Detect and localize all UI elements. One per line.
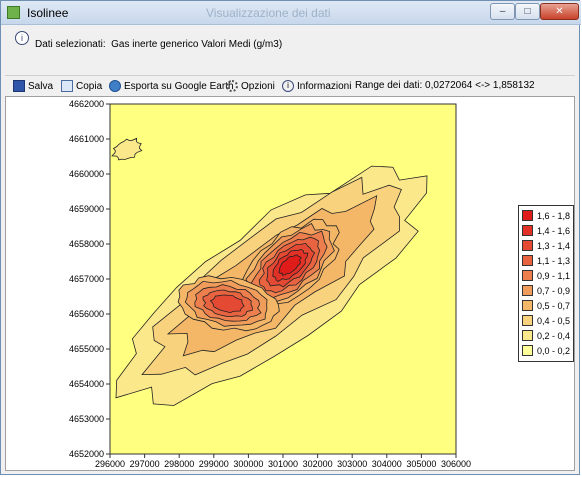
options-button[interactable]: Opzioni — [226, 80, 275, 92]
legend-item: 0,4 - 0,5 — [522, 315, 570, 326]
y-tick-label: 4658000 — [69, 239, 104, 249]
x-tick-label: 297000 — [130, 459, 160, 469]
legend-item: 0,0 - 0,2 — [522, 345, 570, 356]
legend-label: 1,4 - 1,6 — [537, 225, 571, 236]
legend-label: 0,7 - 0,9 — [537, 285, 571, 296]
copy-icon — [61, 80, 73, 92]
close-button[interactable]: ✕ — [540, 3, 579, 20]
gear-icon — [226, 80, 238, 92]
x-tick-label: 299000 — [199, 459, 229, 469]
selected-data-value: Gas inerte generico Valori Medi (g/m3) — [111, 39, 283, 50]
data-range-text: Range dei dati: 0,0272064 <-> 1,858132 — [355, 80, 535, 91]
options-label: Opzioni — [241, 80, 275, 92]
y-tick-label: 4659000 — [69, 204, 104, 214]
legend-swatch — [522, 300, 533, 311]
legend-label: 1,1 - 1,3 — [537, 255, 571, 266]
x-tick-label: 300000 — [233, 459, 263, 469]
legend-item: 1,1 - 1,3 — [522, 255, 570, 266]
legend-label: 0,5 - 0,7 — [537, 300, 571, 311]
y-tick-label: 4660000 — [69, 169, 104, 179]
legend-item: 0,2 - 0,4 — [522, 330, 570, 341]
y-tick-label: 4652000 — [69, 449, 104, 459]
legend-label: 0,0 - 0,2 — [537, 345, 571, 356]
y-tick-label: 4657000 — [69, 274, 104, 284]
legend-swatch — [522, 330, 533, 341]
legend-swatch — [522, 240, 533, 251]
legend-label: 0,4 - 0,5 — [537, 315, 571, 326]
isolinee-window: Isolinee Visualizzazione dei dati – □ ✕ … — [0, 0, 581, 475]
minimize-icon: – — [499, 6, 506, 17]
globe-icon — [109, 80, 121, 92]
x-tick-label: 304000 — [372, 459, 402, 469]
info-icon: i — [282, 80, 294, 92]
y-tick-label: 4661000 — [69, 134, 104, 144]
legend-item: 0,5 - 0,7 — [522, 300, 570, 311]
plot-area: 296000 297000 298000 299000 300000 301000 3020… — [5, 96, 575, 471]
legend-swatch — [522, 255, 533, 266]
legend-item: 1,3 - 1,4 — [522, 240, 570, 251]
x-tick-label: 306000 — [441, 459, 471, 469]
x-tick-label: 302000 — [303, 459, 333, 469]
x-tick-label: 303000 — [337, 459, 367, 469]
info-icon: i — [15, 31, 29, 45]
x-tick-label: 298000 — [164, 459, 194, 469]
maximize-icon: □ — [524, 6, 531, 17]
legend-swatch — [522, 225, 533, 236]
export-label: Esporta su Google Earth — [124, 80, 234, 92]
legend: 1,6 - 1,8 1,4 - 1,6 1,3 - 1,4 1,1 - 1,3 0,9 … — [518, 205, 574, 362]
legend-label: 0,2 - 0,4 — [537, 330, 571, 341]
contour-chart: 296000 297000 298000 299000 300000 301000 3020… — [69, 99, 471, 469]
export-google-earth-button[interactable]: Esporta su Google Earth — [109, 80, 234, 92]
title-bar: Isolinee Visualizzazione dei dati – □ ✕ — [1, 1, 581, 25]
selected-data-caption: Dati selezionati: — [35, 39, 106, 50]
y-tick-label: 4654000 — [69, 379, 104, 389]
x-tick-label: 296000 — [95, 459, 125, 469]
legend-swatch — [522, 210, 533, 221]
legend-label: 1,3 - 1,4 — [537, 240, 571, 251]
copy-button[interactable]: Copia — [61, 80, 102, 92]
y-tick-label: 4655000 — [69, 344, 104, 354]
y-tick-label: 4656000 — [69, 309, 104, 319]
legend-item: 1,4 - 1,6 — [522, 225, 570, 236]
maximize-button[interactable]: □ — [515, 3, 540, 20]
app-icon — [7, 6, 20, 19]
information-label: Informazioni — [297, 80, 352, 92]
selected-data-label: Dati selezionati: Gas inerte generico Va… — [35, 39, 282, 50]
minimize-button[interactable]: – — [490, 3, 515, 20]
toolbar: Salva Copia Esporta su Google Earth Opzi… — [5, 75, 575, 96]
y-tick-label: 4662000 — [69, 99, 104, 109]
legend-item: 0,9 - 1,1 — [522, 270, 570, 281]
background-window-title: Visualizzazione dei dati — [206, 6, 331, 20]
legend-label: 1,6 - 1,8 — [537, 210, 571, 221]
legend-swatch — [522, 285, 533, 296]
x-tick-label: 301000 — [268, 459, 298, 469]
legend-swatch — [522, 315, 533, 326]
legend-item: 1,6 - 1,8 — [522, 210, 570, 221]
information-button[interactable]: i Informazioni — [282, 80, 351, 92]
copy-label: Copia — [76, 80, 103, 92]
y-tick-label: 4653000 — [69, 414, 104, 424]
floppy-disk-icon — [13, 80, 25, 92]
legend-swatch — [522, 345, 533, 356]
legend-item: 0,7 - 0,9 — [522, 285, 570, 296]
save-button[interactable]: Salva — [13, 80, 53, 92]
legend-swatch — [522, 270, 533, 281]
window-title: Isolinee — [27, 6, 69, 20]
x-tick-label: 305000 — [406, 459, 436, 469]
legend-label: 0,9 - 1,1 — [537, 270, 571, 281]
save-label: Salva — [28, 80, 54, 92]
close-icon: ✕ — [555, 6, 564, 17]
